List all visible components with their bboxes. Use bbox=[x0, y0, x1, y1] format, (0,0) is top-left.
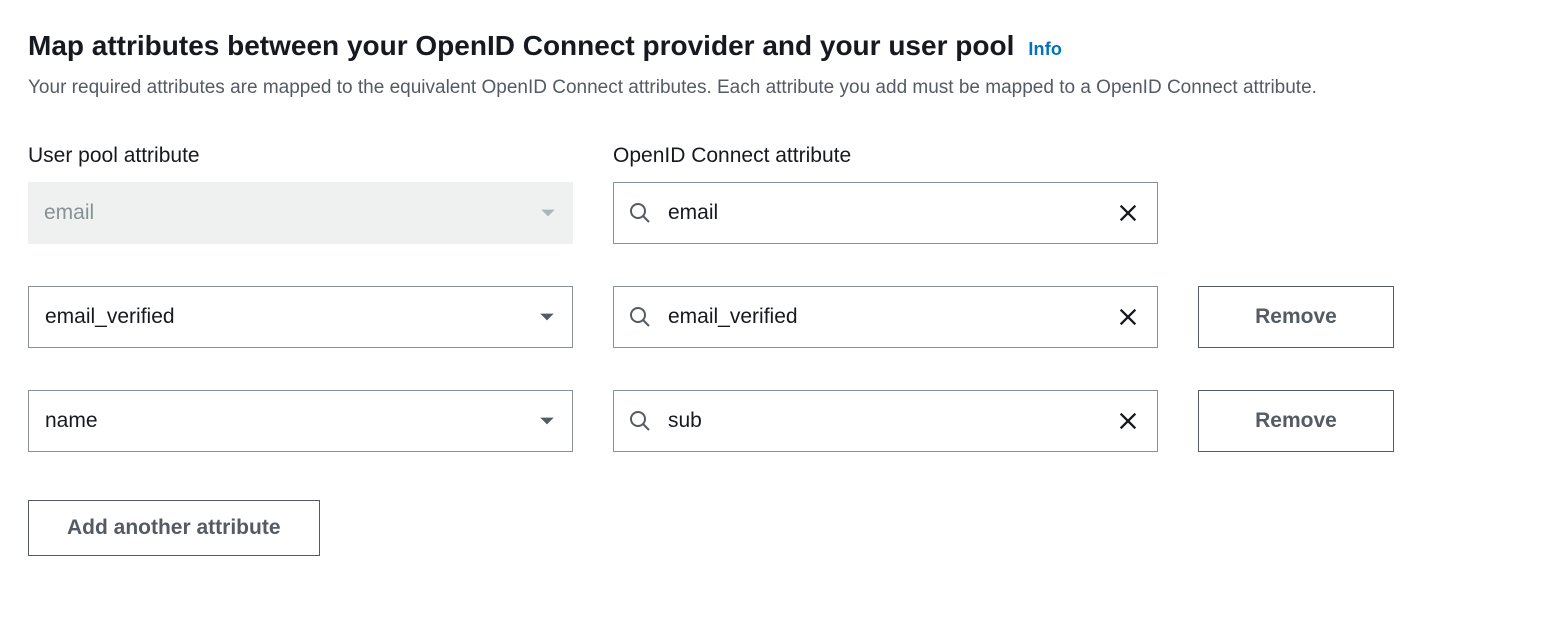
column-header-user-pool: User pool attribute bbox=[28, 144, 573, 168]
add-attribute-button[interactable]: Add another attribute bbox=[28, 500, 320, 556]
chevron-down-icon bbox=[538, 308, 556, 326]
page-title: Map attributes between your OpenID Conne… bbox=[28, 28, 1014, 64]
user-pool-attribute-select: email bbox=[28, 182, 573, 244]
chevron-down-icon bbox=[539, 204, 557, 222]
clear-icon[interactable] bbox=[1113, 302, 1143, 332]
remove-button[interactable]: Remove bbox=[1198, 286, 1394, 348]
search-icon bbox=[628, 409, 652, 433]
attribute-row: email bbox=[28, 182, 1526, 244]
search-icon bbox=[628, 305, 652, 329]
select-value: name bbox=[45, 409, 538, 433]
page-subtitle: Your required attributes are mapped to t… bbox=[28, 74, 1526, 102]
clear-icon[interactable] bbox=[1113, 198, 1143, 228]
info-link[interactable]: Info bbox=[1028, 39, 1062, 60]
oidc-input-field[interactable] bbox=[668, 201, 1113, 225]
user-pool-attribute-select[interactable]: email_verified bbox=[28, 286, 573, 348]
user-pool-attribute-select[interactable]: name bbox=[28, 390, 573, 452]
oidc-input-field[interactable] bbox=[668, 409, 1113, 433]
oidc-input-field[interactable] bbox=[668, 305, 1113, 329]
search-icon bbox=[628, 201, 652, 225]
column-header-oidc: OpenID Connect attribute bbox=[613, 144, 1158, 168]
remove-button[interactable]: Remove bbox=[1198, 390, 1394, 452]
attribute-row: name Remove bbox=[28, 390, 1526, 452]
oidc-attribute-input[interactable] bbox=[613, 182, 1158, 244]
select-value: email_verified bbox=[45, 305, 538, 329]
clear-icon[interactable] bbox=[1113, 406, 1143, 436]
attribute-row: email_verified Remove bbox=[28, 286, 1526, 348]
oidc-attribute-input[interactable] bbox=[613, 286, 1158, 348]
select-value: email bbox=[44, 201, 539, 225]
oidc-attribute-input[interactable] bbox=[613, 390, 1158, 452]
chevron-down-icon bbox=[538, 412, 556, 430]
